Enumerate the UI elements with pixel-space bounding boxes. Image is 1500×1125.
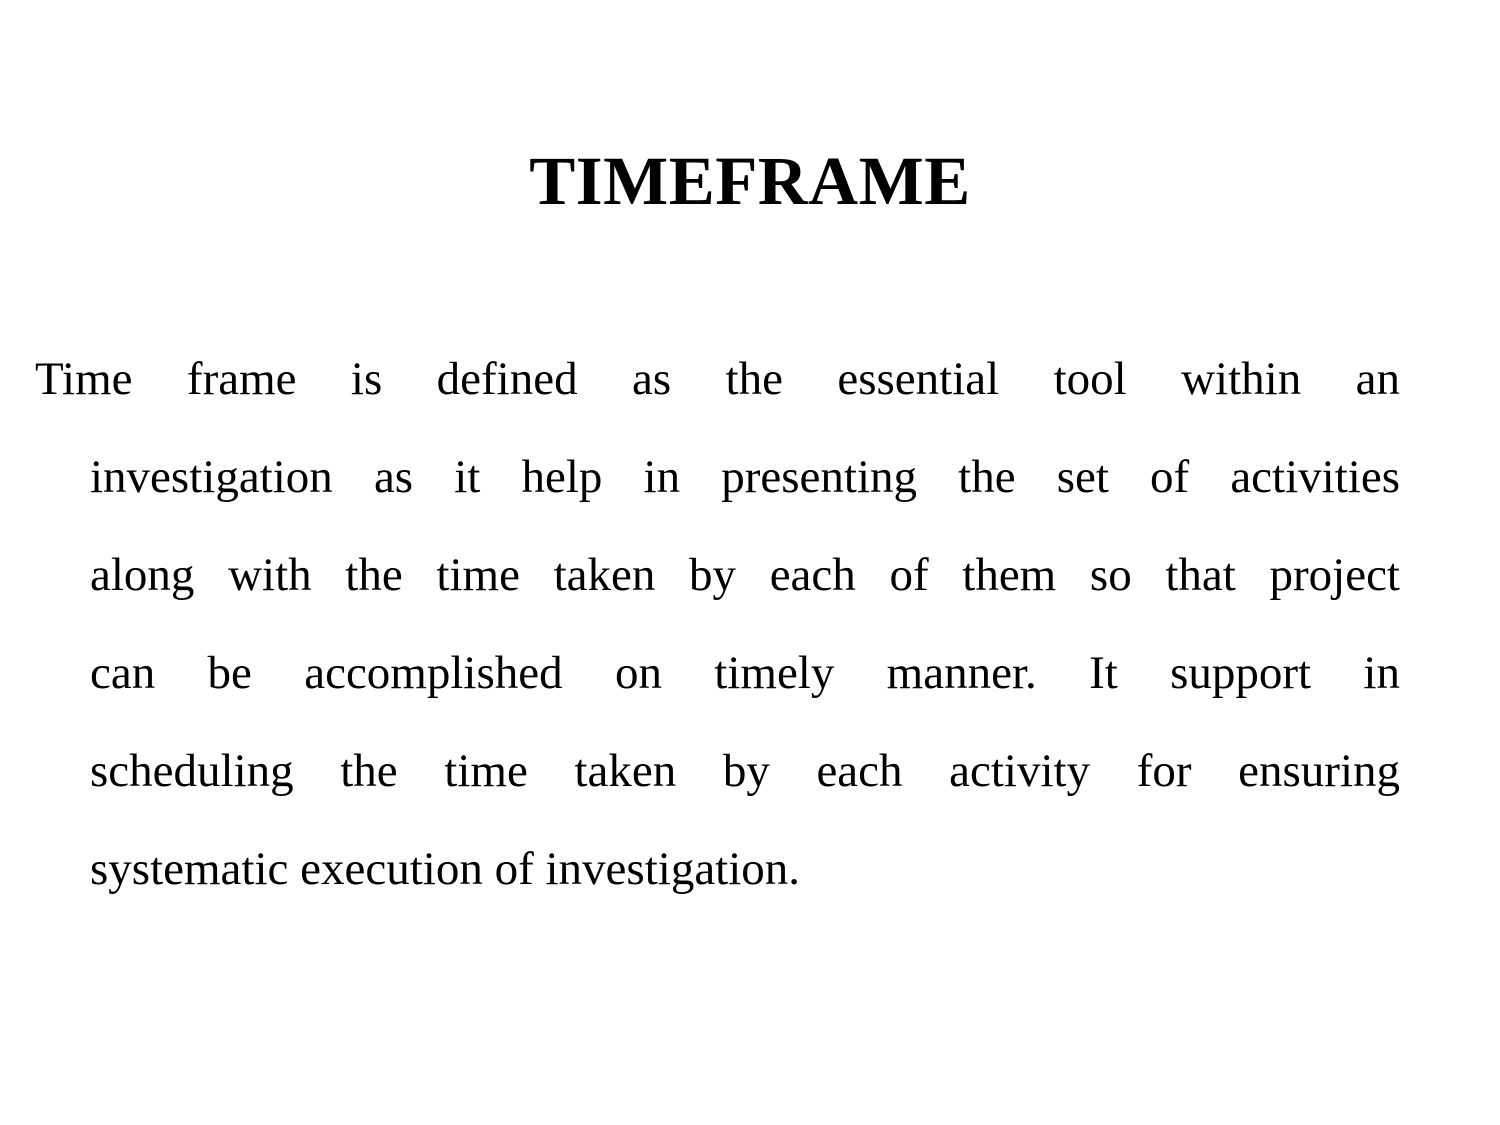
slide-canvas: TIMEFRAME Time frame is defined as the e…: [0, 0, 1500, 1125]
body-text-block: Time frame is defined as the essential t…: [35, 330, 1400, 918]
body-line: systematic execution of investigation.: [90, 843, 801, 895]
body-line: can be accomplished on timely manner. It…: [90, 647, 1400, 699]
paragraph-lines: Time frame is defined as the essential t…: [35, 330, 1400, 918]
body-line: along with the time taken by each of the…: [90, 549, 1400, 601]
body-line: investigation as it help in presenting t…: [90, 451, 1400, 503]
page-title: TIMEFRAME: [529, 143, 971, 220]
body-paragraph: Time frame is defined as the essential t…: [35, 330, 1400, 918]
body-line: scheduling the time taken by each activi…: [90, 745, 1400, 797]
body-line: Time frame is defined as the essential t…: [35, 353, 1400, 405]
